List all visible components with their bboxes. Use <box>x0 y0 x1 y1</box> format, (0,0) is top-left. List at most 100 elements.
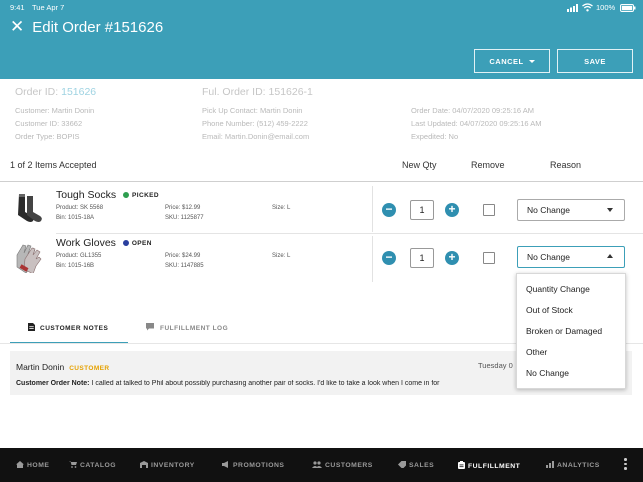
note-icon <box>28 323 35 333</box>
reason-dropdown-menu: Quantity Change Out of Stock Broken or D… <box>516 273 626 389</box>
item-bin: Bin: 1015-16B <box>56 263 95 269</box>
users-icon <box>312 461 322 470</box>
tab-fulfillment-log[interactable]: FULFILLMENT LOG <box>146 323 228 333</box>
phone-number: Phone Number: (512) 459-2222 <box>202 119 308 128</box>
increase-qty-button[interactable]: + <box>445 251 459 265</box>
clipboard-icon <box>458 461 465 471</box>
tab-label: CUSTOMER NOTES <box>40 324 109 332</box>
bar-chart-icon <box>546 461 554 470</box>
item-product: Product: SK 5568 <box>56 205 104 211</box>
status-text: PICKED <box>132 191 160 199</box>
menu-item-out-of-stock[interactable]: Out of Stock <box>526 305 573 315</box>
status-dot-icon <box>122 240 129 247</box>
reason-value: No Change <box>527 205 571 215</box>
nav-label: INVENTORY <box>151 462 195 469</box>
nav-home[interactable]: HOME <box>16 461 49 470</box>
battery-level: 100% <box>596 3 616 12</box>
note-date: Tuesday 0 <box>478 361 513 370</box>
qty-input[interactable]: 1 <box>410 248 434 268</box>
status-badge: PICKED <box>123 192 159 199</box>
save-button[interactable]: SAVE <box>557 49 633 73</box>
divider <box>372 236 373 282</box>
item-size: Size: L <box>272 253 291 259</box>
page-title: Edit Order #151626 <box>32 18 164 36</box>
nav-label: CATALOG <box>80 462 117 469</box>
cancel-label: CANCEL <box>489 56 524 66</box>
order-id: Order ID: 151626 <box>15 86 96 98</box>
item-name: Work Gloves OPEN <box>56 237 152 249</box>
cancel-button[interactable]: CANCEL <box>474 49 550 73</box>
status-text: OPEN <box>131 239 152 247</box>
item-name: Tough Socks PICKED <box>56 189 159 201</box>
nav-fulfillment[interactable]: FULFILLMENT <box>458 461 520 471</box>
reason-select[interactable]: No Change <box>517 246 625 268</box>
order-type: Order Type: BOPIS <box>15 132 80 141</box>
home-icon <box>16 461 24 470</box>
reason-header: Reason <box>550 160 582 170</box>
ful-order-id: Ful. Order ID: 151626-1 <box>202 86 313 98</box>
order-id-label: Order ID: <box>15 86 59 98</box>
battery-icon <box>620 4 636 14</box>
qty-input[interactable]: 1 <box>410 200 434 220</box>
increase-qty-button[interactable]: + <box>445 203 459 217</box>
wifi-icon <box>582 3 593 14</box>
item-product: Product: GL1355 <box>56 253 102 259</box>
order-id-value[interactable]: 151626 <box>61 86 96 98</box>
note-body: I called at talked to Phil about possibl… <box>89 380 440 387</box>
chevron-up-icon <box>607 254 613 258</box>
chevron-down-icon <box>607 208 613 212</box>
save-label: SAVE <box>584 56 606 66</box>
reason-select[interactable]: No Change <box>517 199 625 221</box>
decrease-qty-button[interactable]: − <box>382 203 396 217</box>
nav-customers[interactable]: CUSTOMERS <box>312 461 373 470</box>
gloves-image <box>13 241 45 275</box>
nav-label: SALES <box>409 462 435 469</box>
menu-item-quantity-change[interactable]: Quantity Change <box>526 284 590 294</box>
menu-item-other[interactable]: Other <box>526 347 547 357</box>
nav-inventory[interactable]: INVENTORY <box>140 461 195 470</box>
app-header: 9:41 Tue Apr 7 100% ✕ Edit Order #151626… <box>0 0 643 79</box>
close-icon[interactable]: ✕ <box>10 18 24 36</box>
tag-icon <box>398 461 406 470</box>
customer-name: Customer: Martin Donin <box>15 106 95 115</box>
divider <box>0 181 643 182</box>
expedited: Expedited: No <box>411 132 459 141</box>
remove-checkbox[interactable] <box>483 204 495 216</box>
order-date: Order Date: 04/07/2020 09:25:16 AM <box>411 106 534 115</box>
remove-checkbox[interactable] <box>483 252 495 264</box>
more-icon[interactable] <box>624 458 628 472</box>
status-date: Tue Apr 7 <box>32 3 65 12</box>
tab-customer-notes[interactable]: CUSTOMER NOTES <box>28 323 108 333</box>
note-text: Customer Order Note: I called at talked … <box>16 380 516 387</box>
nav-analytics[interactable]: ANALYTICS <box>546 461 600 470</box>
email: Email: Martin.Donin@email.com <box>202 132 310 141</box>
megaphone-icon <box>222 461 230 470</box>
decrease-qty-button[interactable]: − <box>382 251 396 265</box>
item-size: Size: L <box>272 205 291 211</box>
signal-icon <box>567 4 579 14</box>
status-dot-icon <box>123 192 130 199</box>
note-label: Customer Order Note: <box>16 380 90 387</box>
nav-sales[interactable]: SALES <box>398 461 434 470</box>
nav-promotions[interactable]: PROMOTIONS <box>222 461 284 470</box>
item-sku: SKU: 1147885 <box>165 263 204 269</box>
items-accepted: 1 of 2 Items Accepted <box>10 160 97 170</box>
note-role: CUSTOMER <box>69 365 110 372</box>
nav-catalog[interactable]: CATALOG <box>69 461 116 470</box>
menu-item-broken-or-damaged[interactable]: Broken or Damaged <box>526 326 602 336</box>
reason-value: No Change <box>527 252 571 262</box>
menu-item-no-change[interactable]: No Change <box>526 368 569 378</box>
note-author: Martin Donin CUSTOMER <box>16 362 109 372</box>
chevron-down-icon <box>528 59 535 63</box>
title-row: ✕ Edit Order #151626 <box>10 18 163 36</box>
chat-icon <box>146 323 154 333</box>
status-badge: OPEN <box>122 239 152 247</box>
nav-label: ANALYTICS <box>557 462 600 469</box>
item-price: Price: $12.99 <box>165 205 201 211</box>
nav-label: PROMOTIONS <box>233 462 285 469</box>
new-qty-header: New Qty <box>402 160 437 170</box>
divider <box>372 186 373 232</box>
item-name-text: Work Gloves <box>56 237 116 249</box>
nav-label: HOME <box>27 462 50 469</box>
sock-image <box>13 192 45 224</box>
